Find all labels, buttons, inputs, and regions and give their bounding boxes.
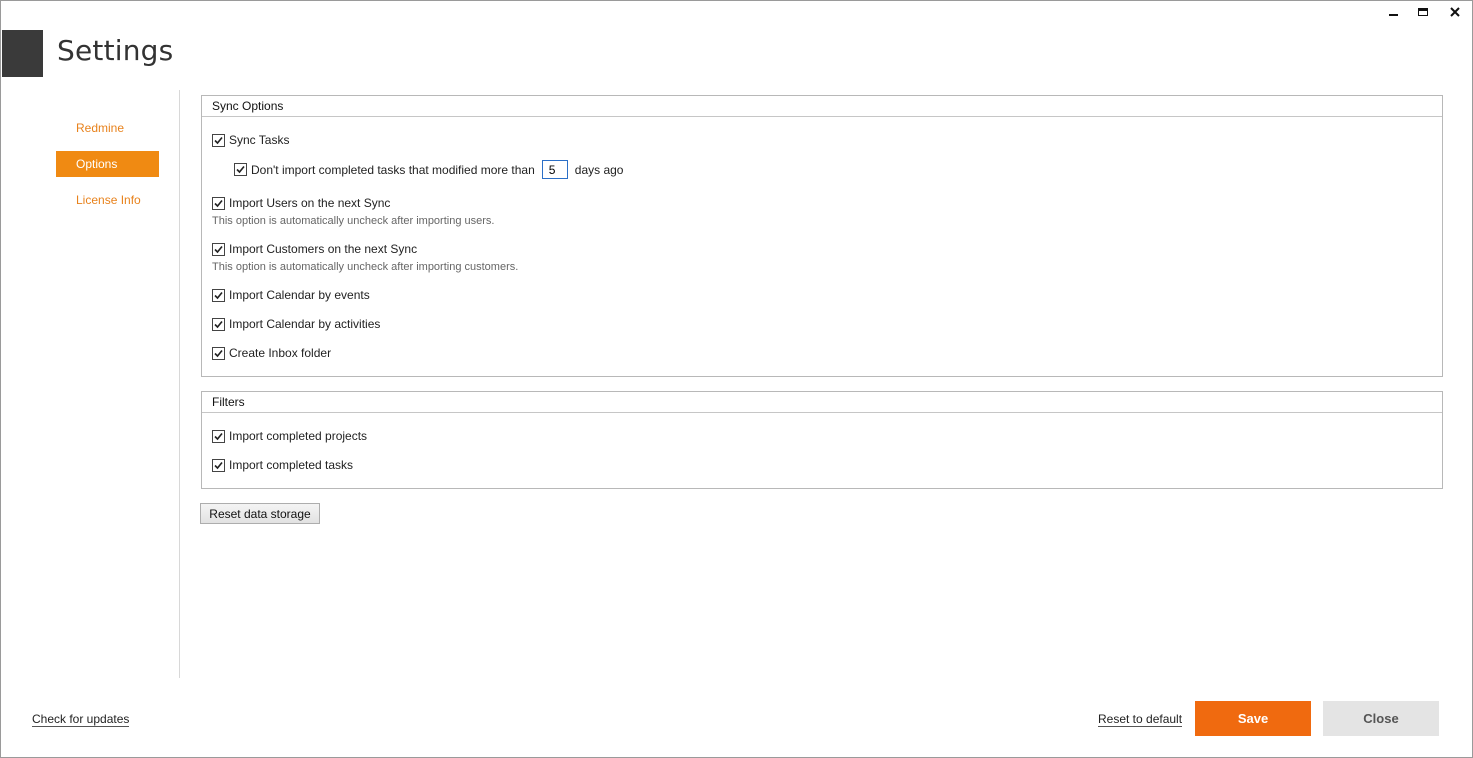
import-completed-projects-row: Import completed projects: [212, 429, 367, 443]
minimize-icon[interactable]: [1378, 1, 1408, 23]
reset-to-default-link[interactable]: Reset to default: [1098, 712, 1183, 727]
page-title: Settings: [57, 34, 174, 67]
import-users-label: Import Users on the next Sync: [229, 196, 391, 210]
dont-import-completed-row: Don't import completed tasks that modifi…: [234, 160, 623, 179]
create-inbox-label: Create Inbox folder: [229, 346, 332, 360]
settings-window: Settings Redmine Options License Info Sy…: [0, 0, 1473, 758]
filters-group: Filters Import completed projects Import…: [201, 391, 1443, 489]
import-completed-projects-label: Import completed projects: [229, 429, 368, 443]
app-logo: [2, 30, 43, 77]
check-for-updates-link[interactable]: Check for updates: [32, 712, 130, 727]
import-users-hint: This option is automatically uncheck aft…: [212, 215, 495, 227]
import-calendar-activities-label: Import Calendar by activities: [229, 317, 381, 331]
import-users-row: Import Users on the next Sync: [212, 196, 390, 210]
import-users-checkbox[interactable]: [212, 196, 225, 210]
sync-tasks-checkbox[interactable]: [212, 133, 225, 147]
import-completed-tasks-row: Import completed tasks: [212, 458, 353, 472]
sidebar-item-license-info[interactable]: License Info: [56, 187, 159, 213]
filters-header: Filters: [202, 392, 1442, 413]
reset-data-storage-button[interactable]: Reset data storage: [200, 503, 320, 524]
sidebar-divider: [179, 90, 180, 678]
save-button[interactable]: Save: [1195, 701, 1311, 736]
import-calendar-activities-checkbox[interactable]: [212, 317, 225, 331]
import-customers-row: Import Customers on the next Sync: [212, 242, 417, 256]
close-button[interactable]: Close: [1323, 701, 1439, 736]
sync-tasks-row: Sync Tasks: [212, 133, 289, 147]
import-customers-hint: This option is automatically uncheck aft…: [212, 261, 519, 273]
sidebar-item-redmine[interactable]: Redmine: [56, 115, 159, 141]
sync-tasks-label: Sync Tasks: [229, 133, 290, 147]
window-controls: [1378, 1, 1472, 23]
import-customers-label: Import Customers on the next Sync: [229, 242, 418, 256]
sidebar-item-options[interactable]: Options: [56, 151, 159, 177]
create-inbox-checkbox[interactable]: [212, 346, 225, 360]
import-calendar-events-row: Import Calendar by events: [212, 288, 370, 302]
import-calendar-events-checkbox[interactable]: [212, 288, 225, 302]
import-customers-checkbox[interactable]: [212, 242, 225, 256]
import-calendar-activities-row: Import Calendar by activities: [212, 317, 380, 331]
days-ago-label: days ago: [574, 162, 624, 177]
import-completed-tasks-checkbox[interactable]: [212, 458, 225, 472]
import-completed-tasks-label: Import completed tasks: [229, 458, 354, 472]
maximize-icon[interactable]: [1408, 1, 1438, 23]
create-inbox-row: Create Inbox folder: [212, 346, 331, 360]
dont-import-completed-checkbox[interactable]: [234, 163, 247, 176]
dont-import-completed-label: Don't import completed tasks that modifi…: [251, 162, 535, 177]
days-input[interactable]: [541, 160, 568, 179]
close-icon[interactable]: [1438, 1, 1472, 23]
import-completed-projects-checkbox[interactable]: [212, 429, 225, 443]
sync-options-group: Sync Options Sync Tasks Don't import com…: [201, 95, 1443, 377]
import-calendar-events-label: Import Calendar by events: [229, 288, 370, 302]
sync-options-header: Sync Options: [202, 96, 1442, 117]
